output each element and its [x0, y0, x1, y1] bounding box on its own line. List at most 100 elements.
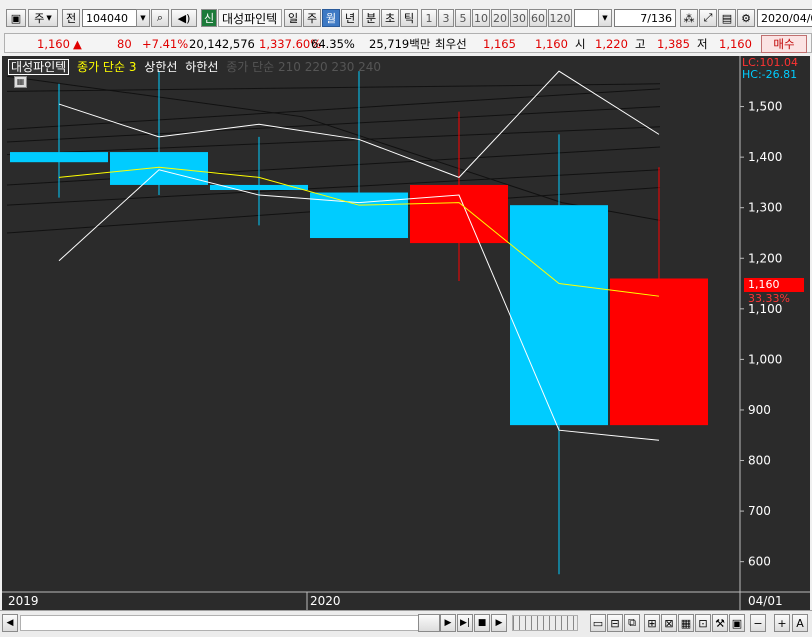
legend-stock: 대성파인텍: [8, 59, 70, 75]
candlestick-plot[interactable]: 1,5001,4001,3001,2001,1001,0009008007006…: [2, 56, 810, 610]
candle-body: [510, 205, 608, 426]
y-tick-label: 900: [748, 403, 771, 417]
code-dropdown[interactable]: ▼: [136, 9, 150, 27]
legend-upper: 상한선: [144, 60, 178, 74]
legend-ma: 종가 단순 3: [77, 60, 137, 74]
scroll-left-button[interactable]: ◀: [2, 614, 18, 632]
y-tick-label: 600: [748, 555, 771, 569]
candle-body: [110, 152, 208, 185]
stop-button[interactable]: ■: [474, 614, 490, 632]
tile-icon[interactable]: ⊡: [695, 614, 711, 632]
gear-icon[interactable]: ⚙: [737, 9, 755, 27]
candle-body: [210, 184, 308, 190]
window-icon[interactable]: ▭: [590, 614, 606, 632]
scroll-thumb[interactable]: [418, 614, 440, 632]
zoom-out-icon[interactable]: −: [750, 614, 766, 632]
bottom-toolbar: ◀ ▶ ▶| ■ ▶ ▭ ⊟ ⧉ ⊞ ⊠ ▦ ⊡ ⚒ ▣ − + A: [0, 610, 812, 637]
current-price-pct: 33.33%: [748, 292, 790, 305]
open-label: 시: [575, 37, 586, 51]
interval-120[interactable]: 120: [548, 9, 572, 27]
x-label-date: 04/01: [748, 594, 783, 608]
high-label: 고: [635, 37, 646, 51]
legend: 대성파인텍 종가 단순 3 상한선 하한선 종가 단순 210 220 230 …: [8, 58, 385, 75]
page-input[interactable]: 7/136: [614, 9, 676, 27]
search-icon[interactable]: ⌕: [151, 9, 169, 27]
tab-tick[interactable]: 틱: [400, 9, 418, 27]
step-forward-button[interactable]: ▶|: [457, 614, 473, 632]
legend-lower: 하한선: [185, 60, 219, 74]
split-icon[interactable]: ⊟: [607, 614, 623, 632]
layout-icon[interactable]: ▦: [678, 614, 694, 632]
stock-name: 대성파인텍: [218, 9, 282, 27]
up-arrow-icon: ▲: [73, 37, 82, 51]
tab-day[interactable]: 일: [284, 9, 302, 27]
interval-60[interactable]: 60: [529, 9, 547, 27]
stock-badge: 신: [201, 9, 217, 27]
hc-label: HC:-26.81: [742, 68, 798, 81]
interval-30[interactable]: 30: [510, 9, 528, 27]
long-ma-line: [6, 83, 661, 92]
buy-button[interactable]: 매수: [761, 35, 807, 53]
chart-type-icon[interactable]: ▣: [6, 9, 26, 27]
best-label: 최우선: [435, 37, 467, 51]
turnover: 64.35%: [311, 37, 355, 51]
amount: 25,719백만: [369, 37, 431, 51]
low-label: 저: [697, 37, 708, 51]
high: 1,385: [657, 37, 690, 51]
settings-panel-icon[interactable]: ⚒: [712, 614, 728, 632]
font-size-icon[interactable]: A: [792, 614, 808, 632]
long-ma-line: [6, 106, 661, 143]
period-select-label: 주: [34, 12, 45, 25]
candle-body: [610, 278, 708, 426]
custom-interval-dropdown[interactable]: ▼: [598, 9, 612, 27]
long-ma-line: [6, 88, 661, 130]
interval-10[interactable]: 10: [472, 9, 490, 27]
y-tick-label: 700: [748, 504, 771, 518]
candle-body: [310, 192, 408, 239]
interval-3[interactable]: 3: [438, 9, 454, 27]
change-pct: +7.41%: [142, 37, 189, 51]
speaker-icon[interactable]: ◀): [171, 9, 197, 27]
scrollbar-track[interactable]: [20, 615, 420, 631]
interval-5[interactable]: 5: [455, 9, 471, 27]
y-tick-label: 1,400: [748, 150, 782, 164]
cascade-icon[interactable]: ⧉: [624, 614, 640, 632]
date-input[interactable]: 2020/04/0: [757, 9, 812, 27]
volume: 20,142,576: [189, 37, 255, 51]
code-value: 104040: [86, 11, 128, 25]
current-price-tag: 1,160: [744, 278, 804, 292]
best-ask: 1,165: [483, 37, 516, 51]
interval-20[interactable]: 20: [491, 9, 509, 27]
x-label-2020: 2020: [310, 594, 341, 608]
scale-icon[interactable]: ▣: [729, 614, 745, 632]
y-tick-label: 1,300: [748, 201, 782, 215]
open: 1,220: [595, 37, 628, 51]
play-button[interactable]: ▶: [491, 614, 507, 632]
toolbar-row-1: ▣ 주 ▼ 전 104040 ▼ ⌕ ◀) 신 대성파인텍 일 주 월 년 분 초…: [0, 0, 812, 34]
candle-body: [10, 152, 108, 163]
period-select[interactable]: 주 ▼: [28, 9, 58, 27]
zoom-icon[interactable]: ⤢: [699, 9, 717, 27]
chevron-down-icon: ▼: [46, 14, 52, 22]
legend-ma-group: 종가 단순 210 220 230 240: [226, 60, 382, 74]
tab-month[interactable]: 월: [322, 9, 340, 27]
tab-second[interactable]: 초: [381, 9, 399, 27]
x-label-2019: 2019: [8, 594, 39, 608]
compare-icon[interactable]: ⊠: [661, 614, 677, 632]
prev-button[interactable]: 전: [62, 9, 80, 27]
tab-week[interactable]: 주: [303, 9, 321, 27]
tab-minute[interactable]: 분: [362, 9, 380, 27]
zoom-in-icon[interactable]: +: [774, 614, 790, 632]
speed-slider[interactable]: [512, 615, 578, 631]
page-value: 7: [640, 11, 648, 25]
candle-body: [410, 184, 508, 244]
save-icon[interactable]: ▤: [718, 9, 736, 27]
scroll-right-button[interactable]: ▶: [440, 614, 456, 632]
indicator-table-icon[interactable]: ▦: [14, 76, 27, 88]
indicator-icon[interactable]: ⊞: [644, 614, 660, 632]
tab-year[interactable]: 년: [341, 9, 359, 27]
grid-icon[interactable]: ⁂: [680, 9, 698, 27]
best-bid: 1,160: [535, 37, 568, 51]
interval-1[interactable]: 1: [421, 9, 437, 27]
chart-area[interactable]: 1,500 1,400 1,300 1,200 1,100 1,000 900 800 700 6…: [2, 56, 810, 610]
